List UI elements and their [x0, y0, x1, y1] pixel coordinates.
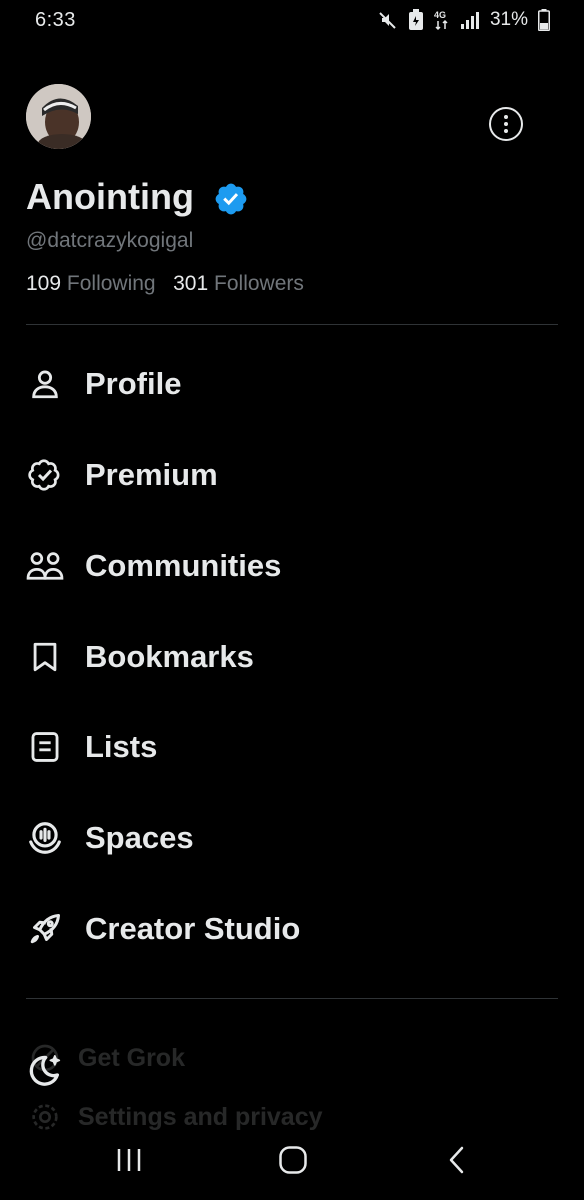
night-mode-button[interactable]: [24, 1050, 64, 1090]
avatar-image: [26, 84, 91, 149]
divider: [26, 324, 558, 325]
get-grok-label: Get Grok: [78, 1043, 185, 1072]
person-icon: [26, 365, 64, 403]
menu-label: Communities: [85, 548, 282, 583]
following-count: 109: [26, 272, 62, 295]
verified-badge-icon[interactable]: [213, 181, 249, 217]
recents-button[interactable]: [106, 1130, 152, 1190]
followers-link[interactable]: 301 Followers: [173, 272, 304, 295]
system-nav-bar: [0, 1130, 584, 1200]
menu-item-lists[interactable]: Lists: [26, 722, 556, 772]
list-icon: [26, 728, 64, 766]
verified-outline-icon: [26, 456, 64, 494]
following-link[interactable]: 109 Following: [26, 272, 156, 295]
rocket-icon: [26, 910, 64, 948]
moon-sparkle-icon: [29, 1055, 61, 1086]
status-icons: 4G 31%: [378, 8, 550, 32]
signal-icon: [460, 12, 479, 29]
svg-text:4G: 4G: [434, 10, 446, 20]
divider: [26, 998, 558, 999]
handle: @datcrazykogigal: [26, 229, 194, 252]
communities-icon: [26, 547, 64, 585]
back-icon: [449, 1146, 464, 1174]
menu-label: Premium: [85, 457, 218, 492]
followers-label: Followers: [214, 272, 304, 295]
settings-item[interactable]: Settings and privacy: [26, 1104, 323, 1130]
dot: [504, 115, 508, 119]
status-bar: 6:33 4G 31%: [0, 0, 584, 42]
dot: [504, 122, 508, 126]
followers-count: 301: [173, 272, 209, 295]
menu-label: Creator Studio: [85, 911, 301, 946]
battery-percent: 31%: [489, 9, 528, 30]
menu-label: Spaces: [85, 820, 194, 855]
menu-item-premium[interactable]: Premium: [26, 450, 556, 500]
menu-label: Bookmarks: [85, 639, 254, 674]
menu-label: Profile: [85, 366, 182, 401]
data-transfer-icon: 4G: [434, 10, 448, 31]
home-icon: [279, 1146, 307, 1174]
dot: [504, 129, 508, 133]
follow-stats: 109 Following 301 Followers: [26, 272, 304, 296]
settings-gear-icon: [32, 1104, 58, 1130]
spaces-icon: [26, 819, 64, 857]
avatar[interactable]: [26, 84, 91, 149]
more-options-button[interactable]: [489, 107, 523, 141]
home-button[interactable]: [270, 1130, 316, 1190]
recents-icon: [117, 1149, 141, 1171]
battery-icon: [538, 9, 550, 31]
battery-saver-icon: [408, 9, 423, 30]
menu-item-profile[interactable]: Profile: [26, 359, 556, 409]
mute-icon: [379, 12, 396, 29]
menu-item-creator-studio[interactable]: Creator Studio: [26, 904, 556, 954]
menu-item-communities[interactable]: Communities: [26, 541, 556, 591]
menu-label: Lists: [85, 729, 158, 764]
bookmark-icon: [26, 638, 64, 676]
following-label: Following: [66, 272, 156, 295]
menu-item-bookmarks[interactable]: Bookmarks: [26, 632, 556, 682]
display-name[interactable]: Anointing: [26, 176, 194, 218]
status-time: 6:33: [35, 9, 76, 31]
menu-item-spaces[interactable]: Spaces: [26, 813, 556, 863]
back-button[interactable]: [434, 1130, 480, 1190]
settings-label: Settings and privacy: [78, 1104, 323, 1130]
